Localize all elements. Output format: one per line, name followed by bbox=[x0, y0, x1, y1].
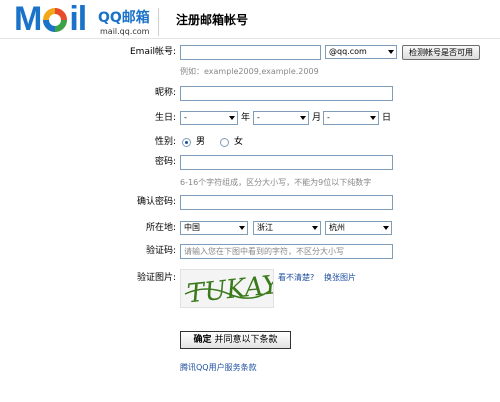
gender-label: 性别: bbox=[154, 137, 176, 147]
logo-letter-m: M bbox=[14, 0, 42, 38]
gender-male-radio[interactable] bbox=[182, 138, 191, 147]
verification-code-input[interactable]: 请输入您在下图中看到的字符，不区分大小写 bbox=[180, 244, 393, 259]
page-title: 注册邮箱帐号 bbox=[176, 13, 249, 27]
confirm-password-input[interactable] bbox=[180, 195, 393, 210]
birth-day-value: - bbox=[327, 113, 330, 122]
location-label: 所在地: bbox=[145, 223, 176, 233]
brand-domain: mail.qq.com bbox=[100, 27, 150, 36]
country-select[interactable]: 中国 bbox=[180, 221, 248, 235]
nickname-input[interactable] bbox=[180, 86, 393, 101]
brand-name: QQ邮箱 bbox=[98, 10, 150, 26]
birth-year-value: - bbox=[184, 113, 187, 122]
chevron-down-icon bbox=[388, 50, 394, 54]
verification-code-label: 验证码: bbox=[145, 246, 176, 256]
password-label: 密码: bbox=[154, 157, 176, 167]
terms-link[interactable]: 腾讯QQ用户服务条款 bbox=[180, 362, 257, 374]
gender-female-radio[interactable] bbox=[220, 138, 229, 147]
email-input[interactable] bbox=[180, 45, 321, 60]
logo-letters-il: il bbox=[69, 0, 87, 38]
birth-year-select[interactable]: - bbox=[180, 111, 238, 125]
gender-male-label: 男 bbox=[196, 137, 206, 147]
email-example-hint: 例如：example2009,example.2009 bbox=[180, 67, 319, 76]
country-value: 中国 bbox=[184, 223, 200, 232]
nickname-label: 昵称: bbox=[154, 88, 176, 98]
birth-day-select[interactable]: - bbox=[323, 111, 379, 125]
submit-button[interactable]: 确定 并同意以下条款 bbox=[180, 331, 291, 349]
header-bottom-line bbox=[0, 38, 500, 39]
birth-month-select[interactable]: - bbox=[253, 111, 309, 125]
logo-o-icon bbox=[42, 5, 68, 32]
header-divider bbox=[158, 8, 159, 36]
password-input[interactable] bbox=[180, 155, 393, 170]
birth-month-unit: 月 bbox=[312, 113, 322, 123]
birth-year-unit: 年 bbox=[241, 113, 251, 123]
chevron-down-icon bbox=[370, 116, 376, 120]
email-label: Email帐号: bbox=[129, 47, 176, 57]
province-select[interactable]: 浙江 bbox=[253, 221, 321, 235]
logo: M il bbox=[14, 0, 87, 38]
chevron-down-icon bbox=[300, 116, 306, 120]
chevron-down-icon bbox=[312, 226, 318, 230]
birthday-label: 生日: bbox=[154, 113, 176, 123]
email-domain-value: @qq.com bbox=[329, 47, 367, 56]
submit-button-rest: 并同意以下条款 bbox=[214, 335, 278, 345]
city-select[interactable]: 杭州 bbox=[325, 221, 392, 235]
email-domain-select[interactable]: @qq.com bbox=[325, 45, 397, 59]
province-value: 浙江 bbox=[257, 223, 273, 232]
check-account-button[interactable]: 检测帐号是否可用 bbox=[402, 45, 480, 60]
chevron-down-icon bbox=[383, 226, 389, 230]
birth-day-unit: 日 bbox=[382, 113, 392, 123]
chevron-down-icon bbox=[229, 116, 235, 120]
city-value: 杭州 bbox=[329, 223, 345, 232]
gender-female-label: 女 bbox=[234, 137, 244, 147]
birth-month-value: - bbox=[257, 113, 260, 122]
cant-see-link[interactable]: 看不清楚? bbox=[278, 272, 314, 284]
confirm-password-label: 确认密码: bbox=[136, 197, 176, 207]
password-hint: 6-16个字符组成，区分大小写，不能为9位以下纯数字 bbox=[180, 178, 372, 187]
submit-button-bold: 确定 bbox=[193, 335, 212, 345]
change-image-link[interactable]: 换张图片 bbox=[324, 272, 356, 284]
captcha-image: TUKAY bbox=[180, 269, 274, 308]
captcha-label: 验证图片: bbox=[136, 273, 176, 283]
chevron-down-icon bbox=[239, 226, 245, 230]
